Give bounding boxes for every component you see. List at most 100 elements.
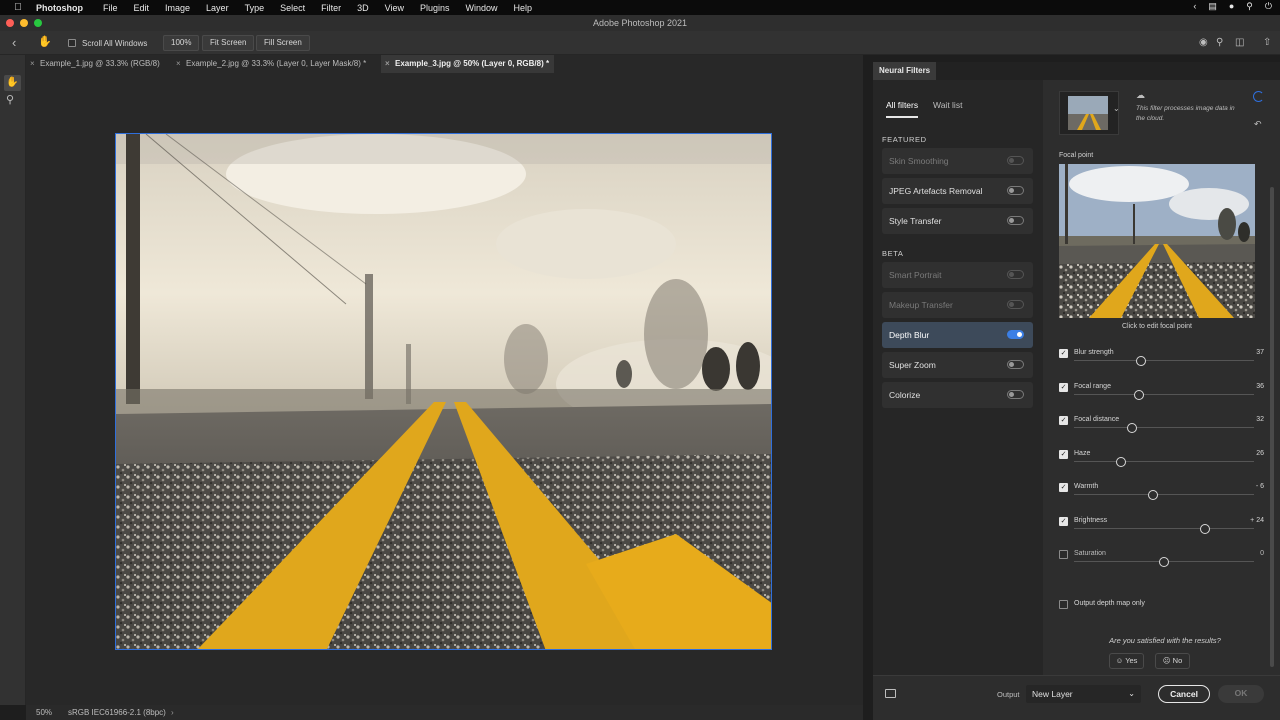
cancel-button[interactable]: Cancel <box>1158 685 1210 703</box>
apple-icon[interactable]:  <box>0 2 36 13</box>
menu-window[interactable]: Window <box>466 3 498 13</box>
filter-toggle[interactable] <box>1007 360 1024 369</box>
slider-checkbox[interactable] <box>1059 550 1068 559</box>
zoom-100-button[interactable]: 100% <box>163 35 200 51</box>
output-depth-map-checkbox[interactable] <box>1059 600 1068 609</box>
tab-example-2[interactable]: × Example_2.jpg @ 33.3% (Layer 0, Layer … <box>172 55 379 73</box>
menu-app-name[interactable]: Photoshop <box>36 3 83 13</box>
slider-thumb[interactable] <box>1200 524 1211 534</box>
slider-track[interactable] <box>1074 528 1254 529</box>
slider-checkbox[interactable]: ✓ <box>1059 416 1068 425</box>
fill-screen-button[interactable]: Fill Screen <box>256 35 310 51</box>
no-button[interactable]: ☹ No <box>1155 653 1190 669</box>
search-icon[interactable]: ⚲ <box>1246 1 1253 12</box>
slider-track[interactable] <box>1074 461 1254 462</box>
menu-select[interactable]: Select <box>280 3 305 13</box>
slider-row-haze: ✓ Haze 26 <box>1059 450 1271 480</box>
filter-toggle[interactable] <box>1007 300 1024 309</box>
filter-toggle[interactable] <box>1007 390 1024 399</box>
tab-example-3[interactable]: × Example_3.jpg @ 50% (Layer 0, RGB/8) * <box>381 55 554 73</box>
menu-edit[interactable]: Edit <box>134 3 150 13</box>
ok-button[interactable]: OK <box>1218 685 1264 703</box>
preview-toggle-icon[interactable] <box>885 689 896 698</box>
close-window-icon[interactable] <box>6 19 14 27</box>
maximize-window-icon[interactable] <box>34 19 42 27</box>
slider-checkbox[interactable]: ✓ <box>1059 383 1068 392</box>
back-arrow-icon[interactable]: ‹ <box>12 35 16 50</box>
menu-filter[interactable]: Filter <box>321 3 341 13</box>
siri-icon[interactable]: ● <box>1229 1 1234 12</box>
slider-thumb[interactable] <box>1115 457 1126 467</box>
output-select[interactable]: New Layer ⌄ <box>1026 685 1141 703</box>
slider-label: Brightness <box>1074 517 1108 524</box>
thumbnail-dropdown-icon[interactable]: ⌄ <box>1113 104 1120 113</box>
zoom-tool-icon[interactable]: ⚲ <box>6 93 14 106</box>
focal-point-preview[interactable] <box>1059 164 1255 318</box>
slider-track[interactable] <box>1074 394 1254 395</box>
panel-title[interactable]: Neural Filters <box>873 62 937 80</box>
filter-super-zoom[interactable]: Super Zoom <box>882 352 1033 378</box>
slider-thumb[interactable] <box>1159 557 1169 567</box>
hand-tool-icon[interactable]: ✋ <box>4 75 21 91</box>
reset-icon[interactable]: ↶ <box>1254 119 1262 130</box>
menu-type[interactable]: Type <box>245 3 265 13</box>
filter-style-transfer[interactable]: Style Transfer <box>882 208 1033 234</box>
slider-thumb[interactable] <box>1135 356 1146 366</box>
output-select-value: New Layer <box>1032 689 1073 699</box>
chevron-left-icon[interactable]: ‹ <box>1193 1 1196 12</box>
settings-scrollbar[interactable] <box>1270 187 1274 667</box>
menu-file[interactable]: File <box>103 3 118 13</box>
filter-toggle[interactable] <box>1007 216 1024 225</box>
power-icon[interactable]: ⏻ <box>1265 1 1272 12</box>
tab-wait-list[interactable]: Wait list <box>933 100 962 110</box>
filter-depth-blur[interactable]: Depth Blur <box>882 322 1033 348</box>
filter-makeup-transfer[interactable]: Makeup Transfer <box>882 292 1033 318</box>
close-tab-icon[interactable]: × <box>30 55 35 73</box>
slider-thumb[interactable] <box>1126 423 1137 433</box>
filter-skin-smoothing[interactable]: Skin Smoothing <box>882 148 1033 174</box>
slider-value: 36 <box>1256 383 1264 390</box>
slider-track[interactable] <box>1074 360 1254 361</box>
cloud-docs-icon[interactable]: ◉ <box>1199 37 1208 48</box>
menu-image[interactable]: Image <box>165 3 190 13</box>
display-icon[interactable]: ▤ <box>1208 1 1217 12</box>
tab-example-1[interactable]: × Example_1.jpg @ 33.3% (RGB/8) <box>26 55 172 73</box>
slider-value: 0 <box>1260 550 1264 557</box>
slider-checkbox[interactable]: ✓ <box>1059 349 1068 358</box>
slider-track[interactable] <box>1074 494 1254 495</box>
filter-toggle[interactable] <box>1007 186 1024 195</box>
menu-help[interactable]: Help <box>514 3 533 13</box>
slider-row-focal-distance: ✓ Focal distance 32 <box>1059 416 1271 446</box>
zoom-level[interactable]: 50% <box>36 705 52 720</box>
filter-toggle[interactable] <box>1007 270 1024 279</box>
slider-track[interactable] <box>1074 427 1254 428</box>
document-image[interactable] <box>115 133 772 650</box>
close-tab-icon[interactable]: × <box>385 55 390 73</box>
filter-thumbnail[interactable] <box>1059 91 1119 135</box>
share-icon[interactable]: ⇧ <box>1263 37 1271 48</box>
search-icon[interactable]: ⚲ <box>1216 37 1223 48</box>
workspace-icon[interactable]: ◫ <box>1235 37 1244 48</box>
status-menu-chevron-icon[interactable]: › <box>171 705 174 720</box>
close-tab-icon[interactable]: × <box>176 55 181 73</box>
hand-tool-icon[interactable]: ✋ <box>38 35 52 48</box>
menu-plugins[interactable]: Plugins <box>420 3 450 13</box>
scroll-all-windows-checkbox[interactable] <box>68 39 76 47</box>
filter-smart-portrait[interactable]: Smart Portrait <box>882 262 1033 288</box>
menu-view[interactable]: View <box>385 3 404 13</box>
filter-toggle[interactable] <box>1007 156 1024 165</box>
tab-all-filters[interactable]: All filters <box>886 100 918 110</box>
slider-thumb[interactable] <box>1133 390 1144 400</box>
filter-colorize[interactable]: Colorize <box>882 382 1033 408</box>
slider-checkbox[interactable]: ✓ <box>1059 517 1068 526</box>
menu-layer[interactable]: Layer <box>206 3 229 13</box>
minimize-window-icon[interactable] <box>20 19 28 27</box>
menu-3d[interactable]: 3D <box>357 3 369 13</box>
yes-button[interactable]: ☺ Yes <box>1109 653 1144 669</box>
fit-screen-button[interactable]: Fit Screen <box>202 35 255 51</box>
filter-jpeg-artefacts-removal[interactable]: JPEG Artefacts Removal <box>882 178 1033 204</box>
filter-toggle[interactable] <box>1007 330 1024 339</box>
slider-checkbox[interactable]: ✓ <box>1059 450 1068 459</box>
slider-checkbox[interactable]: ✓ <box>1059 483 1068 492</box>
slider-thumb[interactable] <box>1148 490 1159 500</box>
